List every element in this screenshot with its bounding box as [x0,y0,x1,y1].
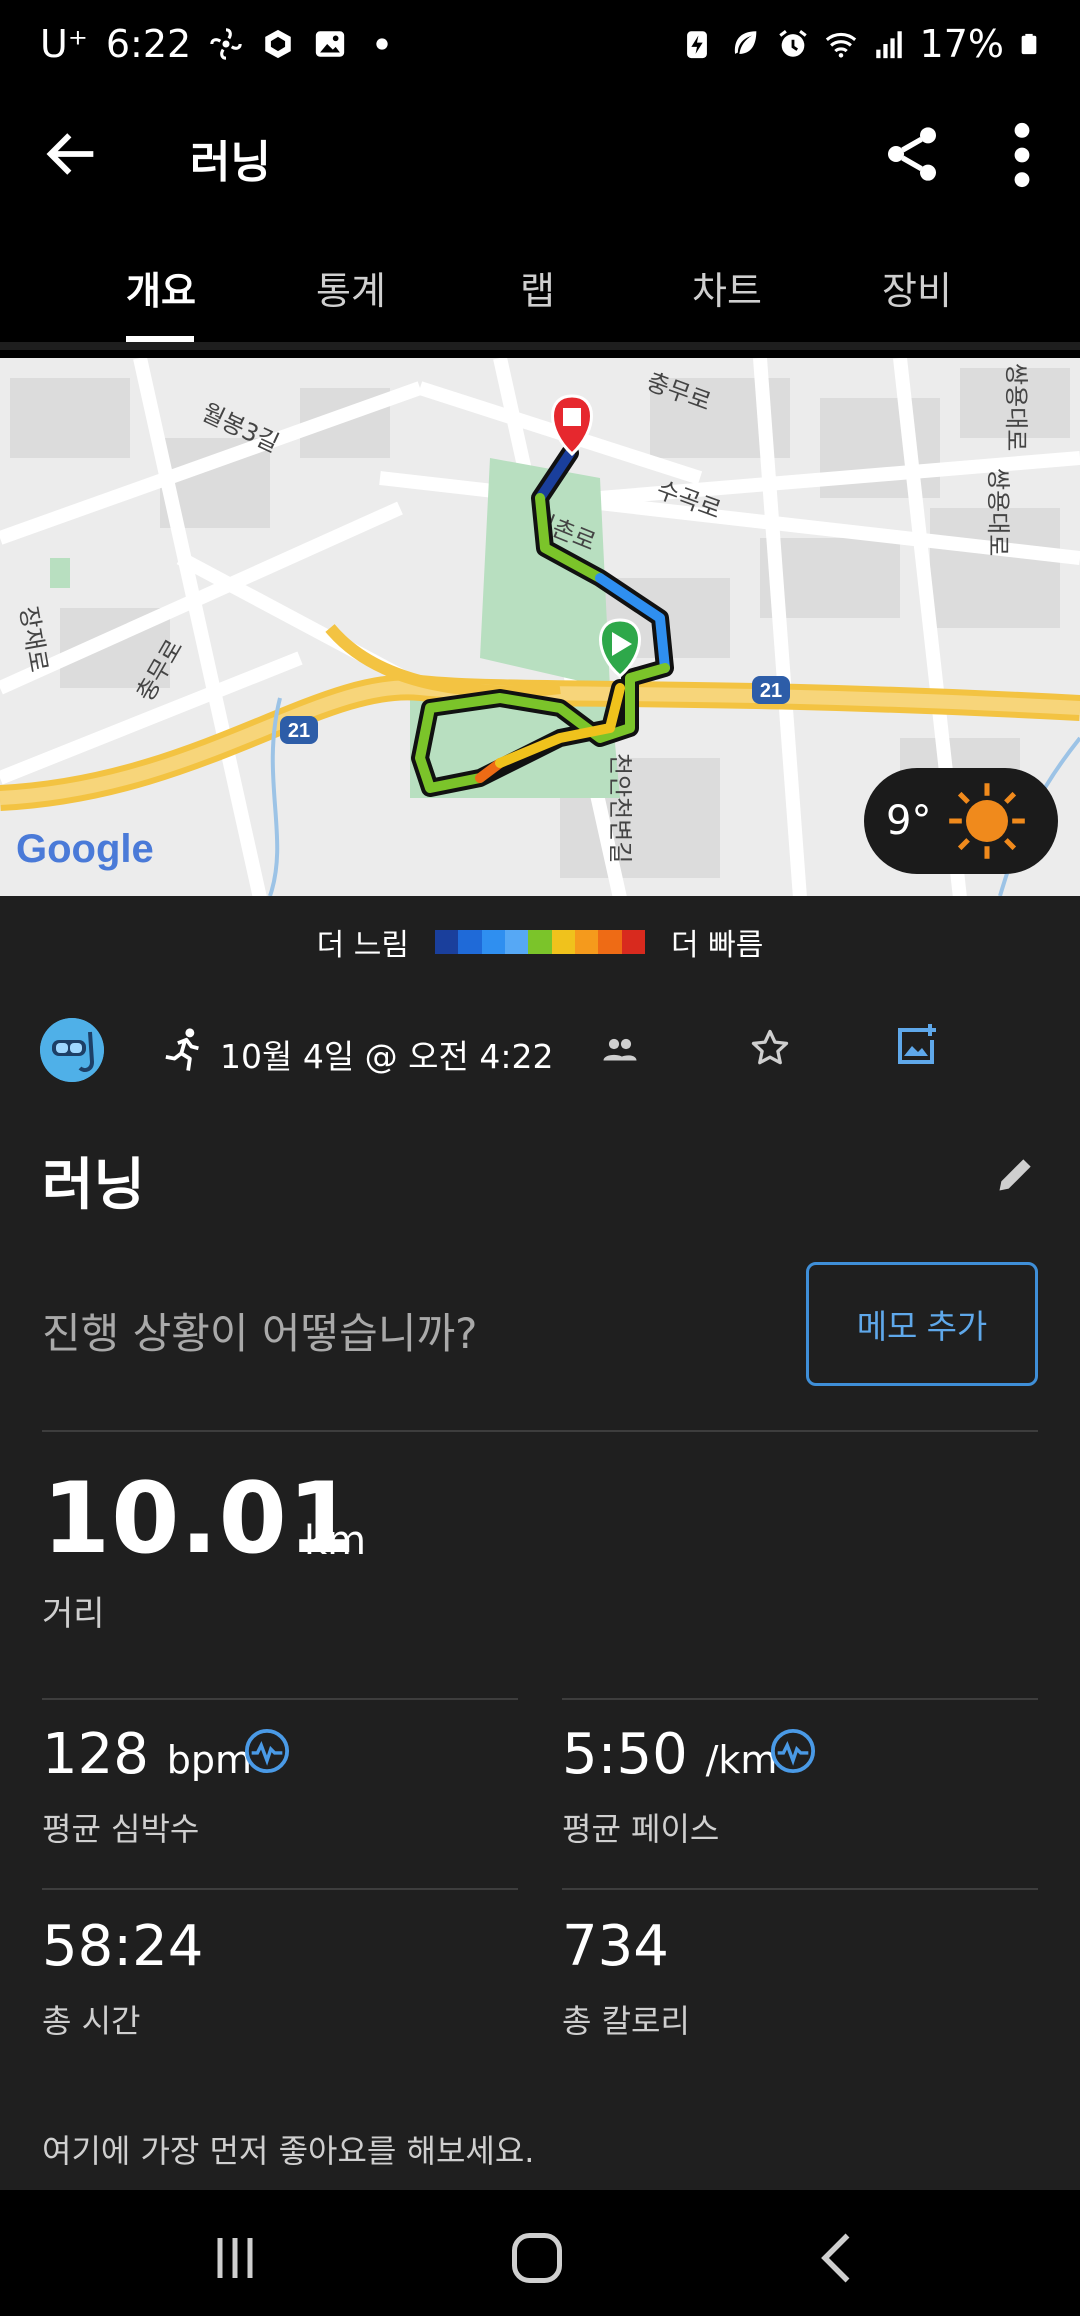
back-nav-icon[interactable] [810,2228,870,2288]
battery-percent: 17% [919,22,1004,66]
shield-label: 21 [288,720,310,742]
pace-color-swatch [598,930,622,954]
avg-heart-rate-label: 평균 심박수 [42,1810,200,1848]
pace-color-scale [435,930,645,954]
legend-slower-label: 더 느림 [316,928,409,963]
tab-bar: 개요 통계 랩 차트 장비 [0,240,1080,350]
tab-charts[interactable]: 차트 [692,260,762,315]
wifi-icon [825,32,856,58]
pace-color-swatch [458,930,482,954]
road-shield-21-east: 21 [752,676,790,704]
street-label: 천안천변길 [606,753,634,863]
pace-color-swatch [551,930,575,954]
note-prompt[interactable]: 진행 상황이 어떻습니까? [42,1300,477,1361]
edit-pencil-icon[interactable] [994,1152,1038,1196]
weather-badge: 9° [864,768,1058,874]
signal-icon [875,31,902,59]
avg-pace-label: 평균 페이스 [562,1810,720,1848]
pace-legend: 더 느림 더 빠름 [0,914,1080,970]
sun-icon [949,783,1026,859]
heart-rate-info-icon[interactable] [244,1728,290,1774]
tab-laps[interactable]: 랩 [520,260,555,315]
activity-meta-row: 10월 4일 @ 오전 4:22 [40,1008,1040,1092]
road-shield-21: 21 [280,716,318,744]
avg-heart-rate-value: 128 [42,1722,149,1787]
pace-color-swatch [504,930,529,954]
total-time-label: 총 시간 [42,2002,141,2040]
avg-pace: 5:50 /km [562,1722,777,1787]
divider [42,1698,518,1700]
pace-color-swatch [621,930,645,954]
distance-unit: km [304,1518,367,1564]
leaf-icon [734,31,756,54]
people-icon[interactable] [602,1034,638,1066]
star-icon[interactable] [748,1026,792,1070]
likes-prompt[interactable]: 여기에 가장 먼저 좋아요를 해보세요. [42,2126,534,2172]
avatar[interactable] [40,1018,104,1082]
avg-heart-rate: 128 bpm [42,1722,252,1787]
battery-saver-icon [686,31,707,59]
pace-color-swatch [481,930,505,954]
snorkel-mask-icon [40,1018,104,1082]
clock: 6:22 [105,22,192,66]
status-bar: U⁺ 6:22 17% [0,0,1080,96]
street-label: 쌍용대로 [984,468,1012,556]
box-icon [265,29,291,59]
divider [562,1698,1038,1700]
calories-label: 총 칼로리 [562,2002,690,2040]
notification-dot-icon [376,38,388,50]
tab-stats[interactable]: 통계 [316,260,386,315]
avg-pace-unit: /km [705,1738,778,1782]
recent-apps-icon[interactable] [205,2228,265,2288]
weather-temperature: 9° [886,798,932,844]
route-map[interactable]: 21 21 월봉3길 충무로 수곡로 신촌로 장재로 충무로 천안천변길 쌍용대… [0,358,1080,896]
pace-color-swatch [574,930,599,954]
add-photo-icon[interactable] [892,1022,940,1070]
shield-label: 21 [760,680,782,702]
share-icon[interactable] [880,116,944,192]
fan-icon [210,28,242,60]
activity-summary: 더 느림 더 빠름 10월 4일 @ 오전 4:22 러닝 진행 상황이 어떻습… [0,896,1080,2190]
legend-faster-label: 더 빠름 [671,928,764,963]
total-time-value: 58:24 [42,1914,204,1979]
alarm-icon [778,30,807,57]
pace-color-swatch [528,930,552,954]
running-icon [165,1028,199,1071]
avg-pace-value: 5:50 [562,1722,688,1787]
carrier-label: U⁺ [40,22,88,66]
pace-info-icon[interactable] [770,1728,816,1774]
distance-label: 거리 [42,1594,105,1634]
avg-heart-rate-unit: bpm [166,1738,252,1782]
image-icon [316,31,345,57]
divider [562,1888,1038,1890]
street-label: 쌍용대로 [1002,363,1030,451]
tab-overview[interactable]: 개요 [126,260,196,315]
calories-value: 734 [562,1914,669,1979]
divider [42,1888,518,1890]
activity-title: 러닝 [42,1153,146,1218]
divider [42,1430,1038,1432]
system-nav-bar [0,2190,1080,2316]
home-icon[interactable] [507,2228,567,2288]
google-attribution: Google [16,827,154,871]
active-tab-indicator [126,336,194,342]
battery-icon [1021,33,1037,55]
more-options-icon[interactable] [1000,118,1044,192]
back-arrow-icon[interactable] [40,122,104,186]
tab-gear[interactable]: 장비 [882,260,952,315]
activity-date: 10월 4일 @ 오전 4:22 [220,1037,554,1076]
add-memo-button[interactable]: 메모 추가 [806,1262,1038,1386]
pace-color-swatch [435,930,459,954]
page-title: 러닝 [190,137,271,188]
